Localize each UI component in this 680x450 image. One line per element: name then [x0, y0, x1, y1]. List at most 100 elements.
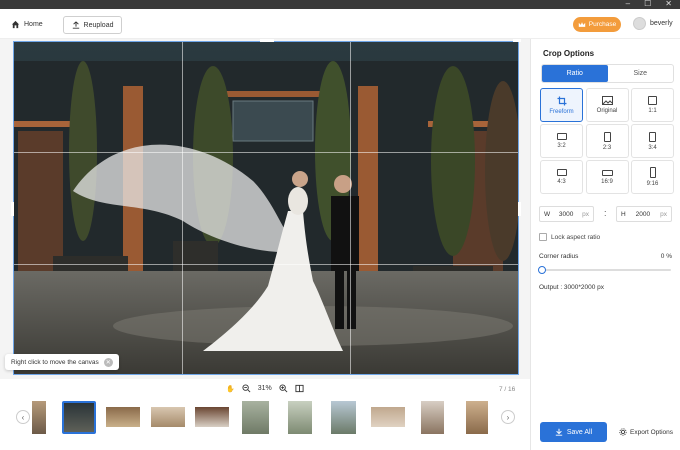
corner-radius-row: Corner radius 0 %	[539, 253, 672, 260]
purchase-label: Purchase	[588, 21, 617, 28]
thumbnail[interactable]	[466, 401, 488, 434]
ratio-original[interactable]: Original	[585, 88, 629, 122]
ratio-label: Freeform	[549, 108, 574, 115]
tab-size[interactable]: Size	[608, 65, 674, 82]
home-label: Home	[24, 21, 43, 28]
top-toolbar: Home Reupload Purchase beverly	[0, 9, 680, 39]
ratio-9-16[interactable]: 9:16	[631, 160, 674, 194]
crop-options-panel: Crop Options Ratio Size Freeform Origina…	[530, 39, 680, 450]
ratio-label: 16:9	[601, 178, 613, 185]
thumbnail[interactable]	[371, 407, 405, 427]
ratio-size-tabs: Ratio Size	[541, 64, 674, 83]
ratio-3-2[interactable]: 3:2	[540, 124, 583, 158]
export-label: Export Options	[630, 428, 673, 436]
panel-title: Crop Options	[543, 49, 595, 58]
zoom-controls: ✋ 31%	[226, 384, 304, 393]
height-field[interactable]: H 2000 px	[616, 206, 672, 222]
thumbnail[interactable]	[288, 401, 312, 434]
zoom-out-icon[interactable]	[242, 384, 251, 393]
ratio-label: 4:3	[557, 179, 566, 185]
height-prefix: H	[621, 210, 626, 218]
username: beverly	[650, 20, 673, 27]
save-all-label: Save All	[566, 428, 593, 436]
thumbnail[interactable]	[32, 401, 46, 434]
crop-handle-top[interactable]	[260, 39, 274, 42]
ratio-label: Original	[596, 108, 618, 114]
chevron-right-icon[interactable]: ›	[501, 410, 515, 424]
chevron-left-icon[interactable]: ‹	[16, 410, 30, 424]
crop-frame[interactable]	[11, 39, 521, 375]
thumbnail[interactable]	[421, 401, 444, 434]
gear-icon	[619, 428, 627, 436]
thumbnail[interactable]	[242, 401, 269, 434]
width-value: 3000	[558, 210, 574, 218]
ratio-label: 9:16	[646, 181, 659, 187]
crop-handle-right[interactable]	[518, 202, 521, 216]
ratio-4-3[interactable]: 4:3	[540, 160, 583, 194]
ratio-1-1[interactable]: 1:1	[631, 88, 674, 122]
thumbnail-strip: ‹ ›	[0, 395, 530, 440]
portrait-icon	[603, 131, 611, 142]
crop-icon	[557, 96, 566, 105]
zoom-in-icon[interactable]	[279, 384, 288, 393]
lock-aspect-ratio[interactable]: Lock aspect ratio	[539, 233, 600, 241]
crop-handle-left[interactable]	[11, 202, 14, 216]
home-button[interactable]: Home	[11, 20, 43, 29]
ratio-16-9[interactable]: 16:9	[585, 160, 629, 194]
thumbnail[interactable]	[151, 407, 185, 427]
user-menu[interactable]: beverly	[633, 17, 673, 30]
canvas-hint-tooltip: Right click to move the canvas ✕	[5, 354, 119, 370]
thumbnail[interactable]	[106, 407, 140, 427]
purchase-button[interactable]: Purchase	[573, 17, 621, 32]
tab-ratio[interactable]: Ratio	[542, 65, 608, 82]
grid-line	[14, 264, 518, 265]
thumbnail[interactable]	[331, 401, 356, 434]
square-icon	[648, 96, 657, 105]
avatar	[633, 17, 646, 30]
ratio-grid: Freeform Original 1:1 3:2 2:3 3:4 4:3 16…	[540, 88, 674, 194]
ratio-3-4[interactable]: 3:4	[631, 124, 674, 158]
portrait-icon	[649, 131, 656, 142]
thumbnail-active[interactable]	[62, 401, 96, 434]
lock-checkbox[interactable]	[539, 233, 547, 241]
landscape-icon	[556, 133, 567, 140]
landscape-icon	[556, 169, 567, 176]
download-icon	[555, 428, 563, 436]
crown-icon	[578, 22, 585, 27]
width-field[interactable]: W 3000 px	[539, 206, 594, 222]
home-icon	[11, 20, 20, 29]
export-options-button[interactable]: Export Options	[619, 428, 673, 436]
compare-icon[interactable]	[295, 384, 304, 393]
hand-icon[interactable]: ✋	[226, 385, 235, 393]
ratio-label: 3:2	[557, 143, 566, 149]
slider-knob[interactable]	[538, 266, 546, 274]
width-unit: px	[582, 210, 589, 218]
thumbnail[interactable]	[195, 407, 229, 427]
ratio-label: 2:3	[602, 144, 612, 151]
output-size: Output : 3000*2000 px	[539, 284, 605, 291]
minimize-button[interactable]: –	[626, 0, 630, 9]
close-window-button[interactable]: ✕	[665, 0, 672, 9]
wide-icon	[601, 169, 613, 176]
grid-line	[182, 42, 183, 374]
page-counter: 7 / 16	[499, 386, 516, 393]
save-all-button[interactable]: Save All	[540, 422, 607, 442]
ratio-2-3[interactable]: 2:3	[585, 124, 629, 158]
lock-label: Lock aspect ratio	[551, 233, 601, 241]
tall-icon	[649, 167, 656, 178]
window-titlebar: – ☐ ✕	[0, 0, 680, 9]
reupload-button[interactable]: Reupload	[63, 16, 122, 34]
ratio-label: 3:4	[648, 144, 657, 151]
close-icon[interactable]: ✕	[103, 357, 113, 367]
corner-label: Corner radius	[539, 253, 579, 260]
window-controls: – ☐ ✕	[626, 0, 672, 9]
maximize-button[interactable]: ☐	[644, 0, 651, 9]
ratio-freeform[interactable]: Freeform	[540, 88, 583, 122]
ratio-label: 1:1	[648, 108, 657, 114]
crop-handle-corner[interactable]	[513, 39, 521, 42]
corner-radius-slider[interactable]	[538, 266, 671, 274]
image-icon	[601, 96, 613, 105]
dimension-separator: :	[604, 208, 607, 218]
zoom-level: 31%	[257, 385, 272, 392]
width-prefix: W	[544, 210, 551, 218]
